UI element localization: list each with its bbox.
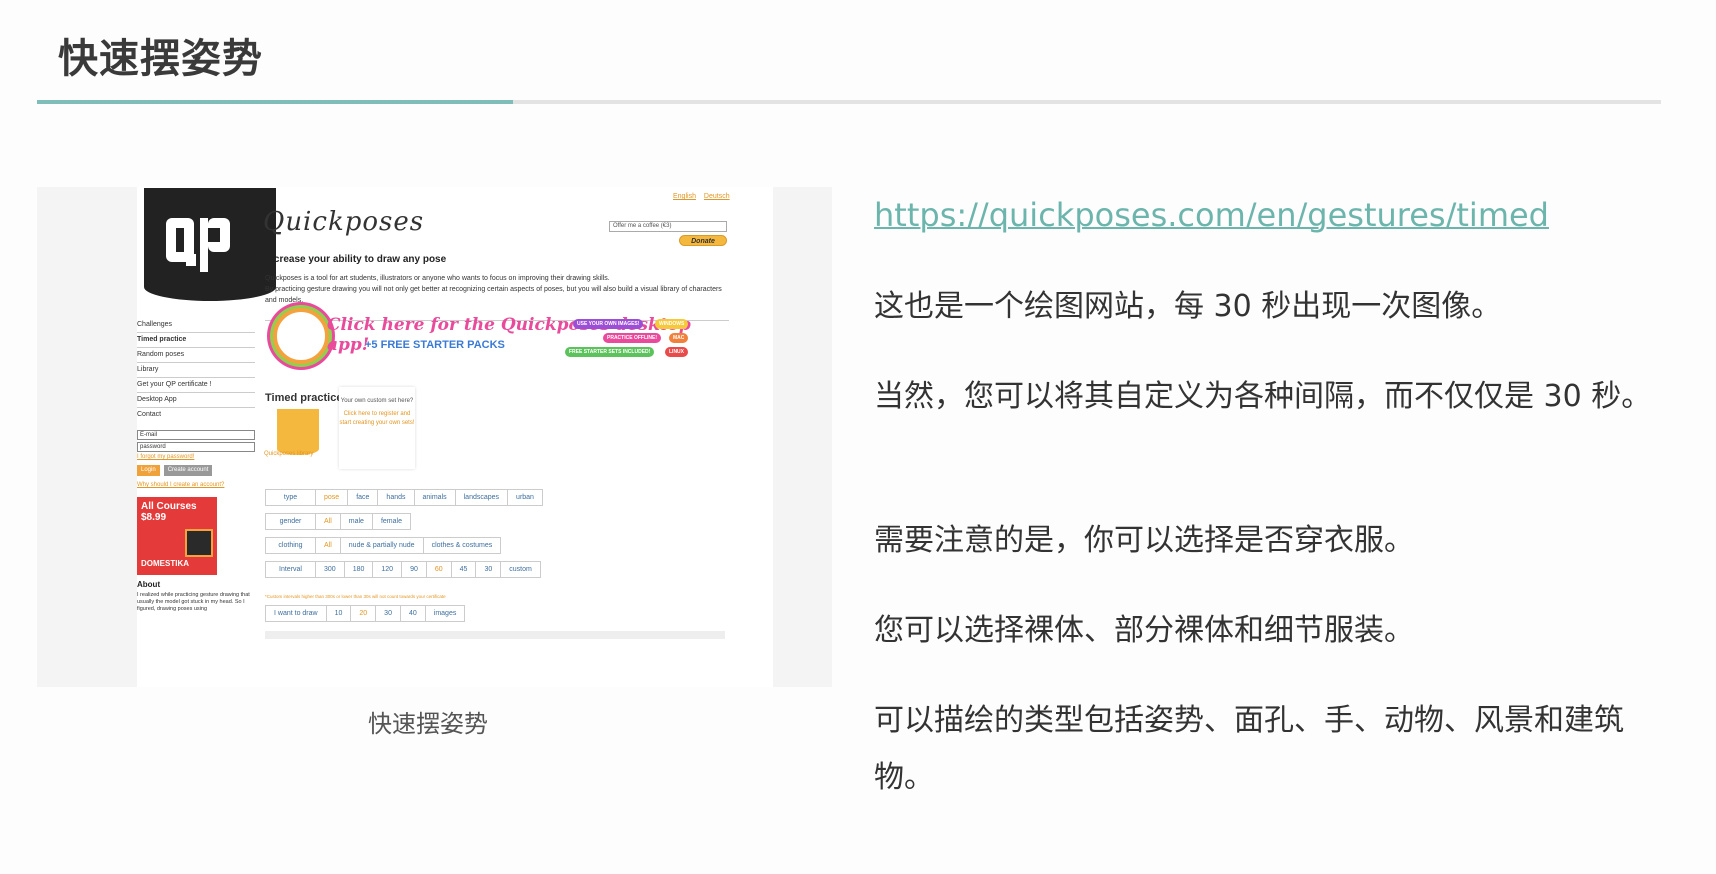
desc-line-2: By practicing gesture drawing you will n… [265,286,722,304]
filter-option[interactable]: 10 [327,606,352,621]
custom-set-text: Your own custom set here? [340,398,414,404]
interval-note: *Custom intervals higher than 300s or lo… [265,594,446,599]
filter-label: gender [266,514,316,529]
ad-brand: DOMESTIKA [141,559,189,568]
filter-option[interactable]: 120 [373,562,403,577]
library-logo-icon[interactable] [277,409,319,455]
filter-option[interactable]: female [373,514,410,529]
nav-item-random-poses[interactable]: Random poses [137,348,255,363]
filter-option[interactable]: urban [508,490,542,505]
quickposes-link[interactable]: https://quickposes.com/en/gestures/timed [874,196,1549,234]
filter-option[interactable]: 20 [351,606,377,621]
filter-option[interactable]: 40 [401,606,426,621]
filter-option[interactable]: 30 [476,562,502,577]
filter-option[interactable]: clothes & costumes [424,538,501,553]
tagline: Increase your ability to draw any pose [265,254,447,265]
paragraph-1: 这也是一个绘图网站，每 30 秒出现一次图像。 [874,289,1502,324]
filter-label: clothing [266,538,316,553]
about-section: About I realized while practicing gestur… [137,580,257,613]
quickposes-logo [144,188,276,301]
ad-product-image [185,529,213,557]
sidebar-nav: Challenges Timed practice Random poses L… [137,318,255,423]
timed-practice-title: Timed practice [265,392,343,404]
nav-item-timed-practice[interactable]: Timed practice [137,333,255,348]
filter-option[interactable]: images [426,606,465,621]
filter-option[interactable]: 45 [452,562,477,577]
filter-gender: gender All male female [265,513,411,530]
banner-subline: +5 FREE STARTER PACKS [365,339,505,351]
pill-offline: PRACTICE OFFLINE! [603,333,661,343]
login-button[interactable]: Login [137,465,160,476]
desktop-app-banner[interactable]: Click here for the Quickposes desktop ap… [273,308,723,368]
email-field[interactable]: E-mail [137,430,255,440]
bottom-strip [265,631,725,639]
filter-type: type pose face hands animals landscapes … [265,489,543,506]
nav-item-desktop-app[interactable]: Desktop App [137,393,255,408]
login-buttons: Login Create account [137,465,255,476]
pill-mac: MAC [669,333,689,343]
pill-linux: LINUX [665,347,688,357]
filter-option[interactable]: male [341,514,373,529]
lang-english[interactable]: English [673,193,696,200]
pill-windows: WINDOWS [655,319,689,329]
quickposes-screenshot: Quickposes English Deutsch Offer me a co… [37,187,832,687]
about-text: I realized while practicing gesture draw… [137,592,250,612]
filter-option[interactable]: pose [316,490,349,505]
nav-item-certificate[interactable]: Get your QP certificate ! [137,378,255,393]
figure-caption: 快速摆姿势 [368,710,488,738]
pill-own-images: USE YOUR OWN IMAGES! [573,319,644,329]
quickposes-brand: Quickposes [263,207,425,237]
filter-option[interactable]: All [316,514,341,529]
custom-set-card[interactable]: Your own custom set here? Click here to … [339,387,415,469]
filter-option[interactable]: All [316,538,341,553]
language-links: English Deutsch [667,193,730,200]
filter-option[interactable]: hands [378,490,415,505]
paragraph-2: 当然，您可以将其自定义为各种间隔，而不仅仅是 30 秒。 [874,379,1652,414]
login-form: E-mail password I forgot my password! Lo… [137,430,255,488]
coffee-select[interactable]: Offer me a coffee (€3) [609,221,727,232]
create-account-button[interactable]: Create account [163,465,213,476]
filter-clothing: clothing All nude & partially nude cloth… [265,537,502,554]
filter-option[interactable]: face [348,490,379,505]
filter-option[interactable]: custom [501,562,540,577]
filter-interval: Interval 300 180 120 90 60 45 30 custom [265,561,541,578]
filter-option[interactable]: landscapes [456,490,509,505]
nav-item-library[interactable]: Library [137,363,255,378]
filter-option[interactable]: 60 [427,562,452,577]
site-description: Quickposes is a tool for art students, i… [265,273,735,306]
filter-label: I want to draw [266,606,327,621]
nav-item-contact[interactable]: Contact [137,408,255,423]
filter-count: I want to draw 10 20 30 40 images [265,605,466,622]
filter-option[interactable]: nude & partially nude [341,538,424,553]
filter-option[interactable]: 180 [345,562,374,577]
filter-option[interactable]: 30 [376,606,401,621]
forgot-password-link[interactable]: I forgot my password! [137,454,255,460]
qp-logo-icon [166,218,230,272]
nav-item-challenges[interactable]: Challenges [137,318,255,333]
filter-option[interactable]: 90 [402,562,427,577]
domestika-ad[interactable]: All Courses $8.99 DOMESTIKA [137,497,217,575]
page-title: 快速摆姿势 [58,36,263,82]
why-create-account-link[interactable]: Why should I create an account? [137,482,255,488]
donate-button[interactable]: Donate [679,235,727,246]
library-label[interactable]: Quickposes library [264,451,313,457]
filter-label: Interval [266,562,316,577]
paragraph-4: 您可以选择裸体、部分裸体和细节服装。 [874,613,1414,648]
about-title: About [137,580,161,589]
paragraph-3: 需要注意的是，你可以选择是否穿衣服。 [874,523,1414,558]
filter-label: type [266,490,316,505]
pill-starter-sets: FREE STARTER SETS INCLUDED! [565,347,655,357]
filter-option[interactable]: 300 [316,562,345,577]
computer-icon [273,308,329,364]
paragraph-5: 可以描绘的类型包括姿势、面孔、手、动物、风景和建筑物。 [874,703,1624,795]
ad-title: All Courses $8.99 [141,501,197,523]
title-divider-accent [37,100,513,104]
filter-option[interactable]: animals [415,490,456,505]
desc-line-1: Quickposes is a tool for art students, i… [265,275,610,282]
password-field[interactable]: password [137,442,255,452]
custom-set-link[interactable]: Click here to register and start creatin… [339,410,415,428]
title-divider [37,100,1661,104]
lang-deutsch[interactable]: Deutsch [704,193,730,200]
